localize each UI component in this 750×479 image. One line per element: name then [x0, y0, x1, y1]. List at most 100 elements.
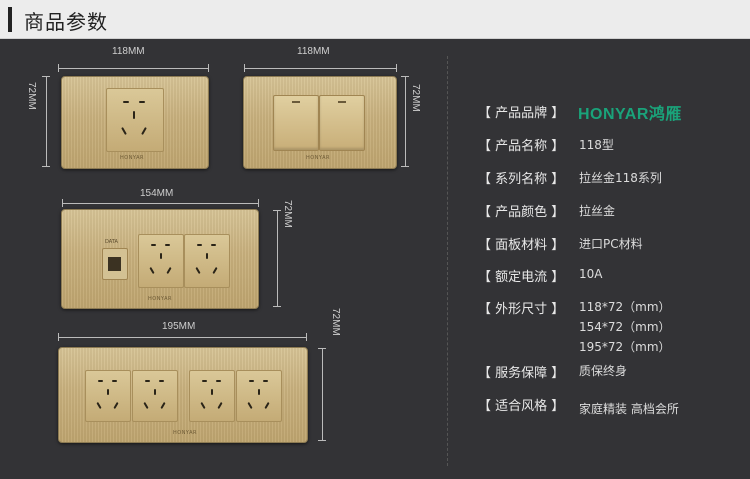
socket-hole: [154, 389, 156, 395]
plate-brand-mark: HONYAR: [148, 296, 172, 302]
socket-module: [184, 234, 230, 288]
socket-hole: [264, 401, 270, 410]
socket-hole: [216, 380, 221, 382]
socket-hole: [200, 401, 206, 410]
plate-3-height-label: 72MM: [282, 200, 293, 228]
spec-style-value: 家庭精装 高档会所: [579, 402, 679, 416]
tick: [396, 64, 397, 72]
spec-name-value: 118型: [579, 138, 614, 152]
quad-socket-plate: HONYAR: [58, 347, 308, 443]
socket-hole: [195, 266, 201, 275]
spec-series-value: 拉丝金118系列: [579, 171, 662, 185]
plate-4-width-label: 195MM: [162, 321, 196, 332]
socket-hole: [145, 380, 150, 382]
data-port[interactable]: DATA: [102, 239, 128, 280]
plate-3-height-line: [277, 210, 278, 306]
plate-brand-mark: HONYAR: [306, 155, 330, 161]
socket-hole: [123, 101, 129, 103]
tick: [42, 166, 50, 167]
socket-hole: [197, 244, 202, 246]
plate-1-height-line: [46, 76, 47, 166]
plate-2-width-line: [244, 68, 396, 69]
plate-3-width-label: 154MM: [140, 188, 174, 199]
socket-hole: [202, 380, 207, 382]
tick: [318, 348, 326, 349]
header-accent-bar: [8, 7, 12, 32]
tick: [318, 440, 326, 441]
tick: [62, 199, 63, 207]
plate-brand-mark: HONYAR: [173, 430, 197, 436]
socket-hole: [121, 127, 127, 135]
switch-rocker-right[interactable]: [319, 95, 365, 151]
spec-name-label: 【 产品名称 】: [478, 139, 565, 154]
plate-2-width-label: 118MM: [297, 46, 330, 57]
double-switch-plate: HONYAR: [243, 76, 397, 169]
section-header: 商品参数: [0, 0, 750, 39]
socket-module: [106, 88, 164, 152]
plate-1-height-label: 72MM: [26, 82, 37, 110]
spec-size-label: 【 外形尺寸 】: [478, 302, 565, 317]
tick: [401, 166, 409, 167]
socket-hole: [206, 253, 208, 259]
switch-rocker-left[interactable]: [273, 95, 319, 151]
socket-hole: [166, 266, 172, 275]
spec-material-value: 进口PC材料: [579, 237, 643, 251]
tick: [258, 199, 259, 207]
spec-series-label: 【 系列名称 】: [478, 172, 565, 187]
switch-indicator: [292, 101, 300, 103]
socket-hole: [263, 380, 268, 382]
plate-4-width-line: [58, 337, 306, 338]
socket-hole: [149, 266, 155, 275]
spec-size-value-2: 154*72（mm）: [579, 320, 671, 334]
spec-material-label: 【 面板材料 】: [478, 238, 565, 253]
tick: [306, 333, 307, 341]
data-socket-plate: DATA HONYAR: [61, 209, 259, 309]
socket-hole: [160, 401, 166, 410]
plate-2-height-label: 72MM: [410, 84, 421, 112]
tick: [273, 306, 281, 307]
socket-hole: [107, 389, 109, 395]
socket-module: [189, 370, 235, 422]
plate-3-width-line: [62, 203, 258, 204]
socket-hole: [212, 266, 218, 275]
tick: [58, 333, 59, 341]
data-port-label: DATA: [105, 239, 118, 245]
spec-size-value-3: 195*72（mm）: [579, 340, 671, 354]
socket-hole: [96, 401, 102, 410]
spec-style-label: 【 适合风格 】: [478, 399, 565, 414]
socket-hole: [159, 380, 164, 382]
plate-4-height-label: 72MM: [330, 308, 341, 336]
socket-hole: [165, 244, 170, 246]
plate-1-width-label: 118MM: [112, 46, 145, 57]
plate-2-height-line: [405, 76, 406, 166]
socket-hole: [160, 253, 162, 259]
brand-logo: HONYAR鸿雁: [578, 106, 682, 123]
socket-hole: [98, 380, 103, 382]
spec-brand-label: 【 产品品牌 】: [478, 106, 565, 121]
socket-module: [132, 370, 178, 422]
socket-hole: [141, 127, 147, 135]
socket-module: [138, 234, 184, 288]
socket-module: [85, 370, 131, 422]
socket-hole: [249, 380, 254, 382]
socket-hole: [211, 244, 216, 246]
socket-hole: [247, 401, 253, 410]
tick: [401, 76, 409, 77]
plate-4-height-line: [322, 348, 323, 440]
section-title: 商品参数: [24, 10, 108, 34]
spec-color-label: 【 产品颜色 】: [478, 205, 565, 220]
spec-warranty-label: 【 服务保障 】: [478, 366, 565, 381]
socket-hole: [113, 401, 119, 410]
socket-hole: [133, 111, 135, 119]
plate-brand-mark: HONYAR: [120, 155, 144, 161]
tick: [42, 76, 50, 77]
socket-hole: [139, 101, 145, 103]
tick: [58, 64, 59, 72]
socket-hole: [217, 401, 223, 410]
tick: [244, 64, 245, 72]
spec-color-value: 拉丝金: [579, 204, 616, 218]
tick: [208, 64, 209, 72]
vertical-divider: [447, 56, 448, 466]
socket-hole: [211, 389, 213, 395]
spec-warranty-value: 质保终身: [579, 364, 628, 378]
